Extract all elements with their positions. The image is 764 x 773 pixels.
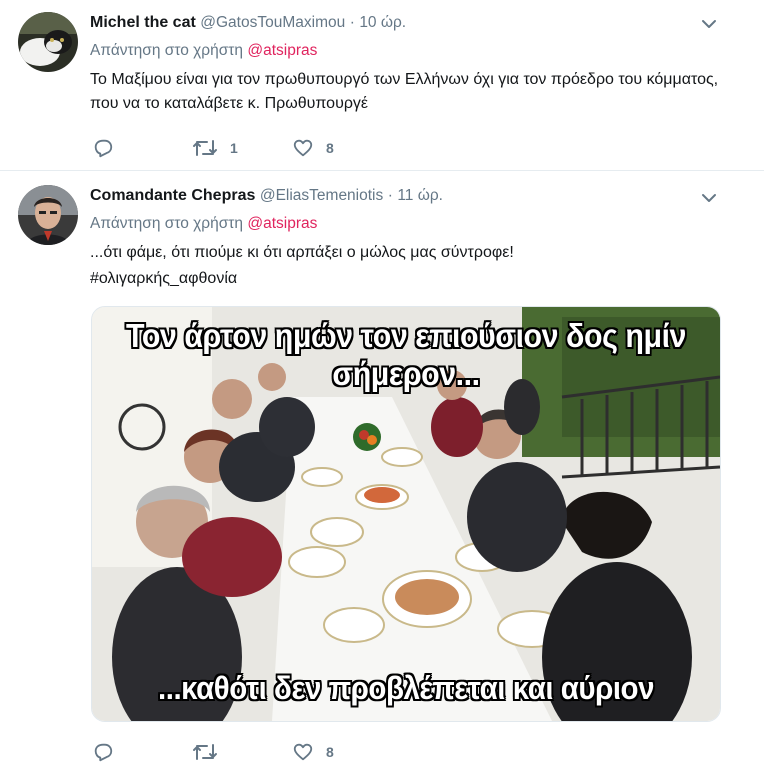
retweet-count: 1 — [230, 140, 238, 156]
display-name[interactable]: Comandante Chepras — [90, 187, 255, 204]
reply-to-line: Απάντηση στο χρήστη @atsipras — [90, 40, 724, 62]
reply-icon — [94, 139, 113, 158]
retweet-icon — [193, 744, 217, 760]
tweet: Michel the cat @GatosTouMaximou · 10 ώρ.… — [0, 0, 764, 171]
retweet-button[interactable] — [192, 740, 230, 764]
tweet-text: ...ότι φάμε, ότι πιούμε κι ότι αρπάξει ο… — [90, 244, 514, 261]
hashtag-link[interactable]: #ολιγαρκής_αφθονία — [90, 267, 724, 291]
reply-icon — [94, 743, 113, 762]
reply-button[interactable] — [92, 136, 114, 160]
like-button[interactable]: 8 — [292, 740, 334, 764]
reply-button[interactable] — [92, 740, 114, 764]
tweet-text: Το Μαξίμου είναι για τον πρωθυπουργό των… — [90, 71, 719, 112]
reply-prefix: Απάντηση στο χρήστη — [90, 42, 244, 59]
reply-mention-link[interactable]: @atsipras — [247, 215, 317, 232]
user-handle[interactable]: @GatosTouMaximou — [200, 14, 345, 31]
chevron-down-icon[interactable] — [698, 187, 720, 209]
tweet-content: Comandante Chepras @EliasTemeniotis · 11… — [90, 185, 724, 291]
meme-caption-bottom: ...καθότι δεν προβλέπεται και αύριον — [158, 670, 654, 706]
like-count: 8 — [326, 744, 334, 760]
chevron-down-icon[interactable] — [698, 13, 720, 35]
retweet-button[interactable]: 1 — [192, 136, 238, 160]
heart-icon — [293, 139, 313, 157]
meme-caption-top: Τον άρτον ημών τον επιούσιον δος ημίν σή… — [126, 317, 686, 392]
display-name[interactable]: Michel the cat — [90, 14, 196, 31]
tweet-content: Michel the cat @GatosTouMaximou · 10 ώρ.… — [90, 12, 724, 116]
tweet-header: Comandante Chepras @EliasTemeniotis · 11… — [90, 185, 724, 207]
user-handle[interactable]: @EliasTemeniotis — [260, 187, 383, 204]
tweet-header: Michel the cat @GatosTouMaximou · 10 ώρ. — [90, 12, 724, 34]
avatar[interactable] — [18, 185, 78, 245]
avatar[interactable] — [18, 12, 78, 72]
timestamp[interactable]: 10 ώρ. — [359, 14, 406, 31]
reply-prefix: Απάντηση στο χρήστη — [90, 215, 244, 232]
like-count: 8 — [326, 140, 334, 156]
heart-icon — [293, 743, 313, 761]
retweet-icon — [193, 140, 217, 156]
tweet-media-photo[interactable]: Τον άρτον ημών τον επιούσιον δος ημίν σή… — [91, 306, 721, 722]
tweet: Comandante Chepras @EliasTemeniotis · 11… — [0, 171, 764, 773]
separator-dot: · — [349, 14, 355, 31]
reply-mention-link[interactable]: @atsipras — [247, 42, 317, 59]
reply-to-line: Απάντηση στο χρήστη @atsipras — [90, 213, 724, 235]
timestamp[interactable]: 11 ώρ. — [397, 187, 443, 204]
like-button[interactable]: 8 — [292, 136, 334, 160]
separator-dot: · — [387, 187, 393, 204]
